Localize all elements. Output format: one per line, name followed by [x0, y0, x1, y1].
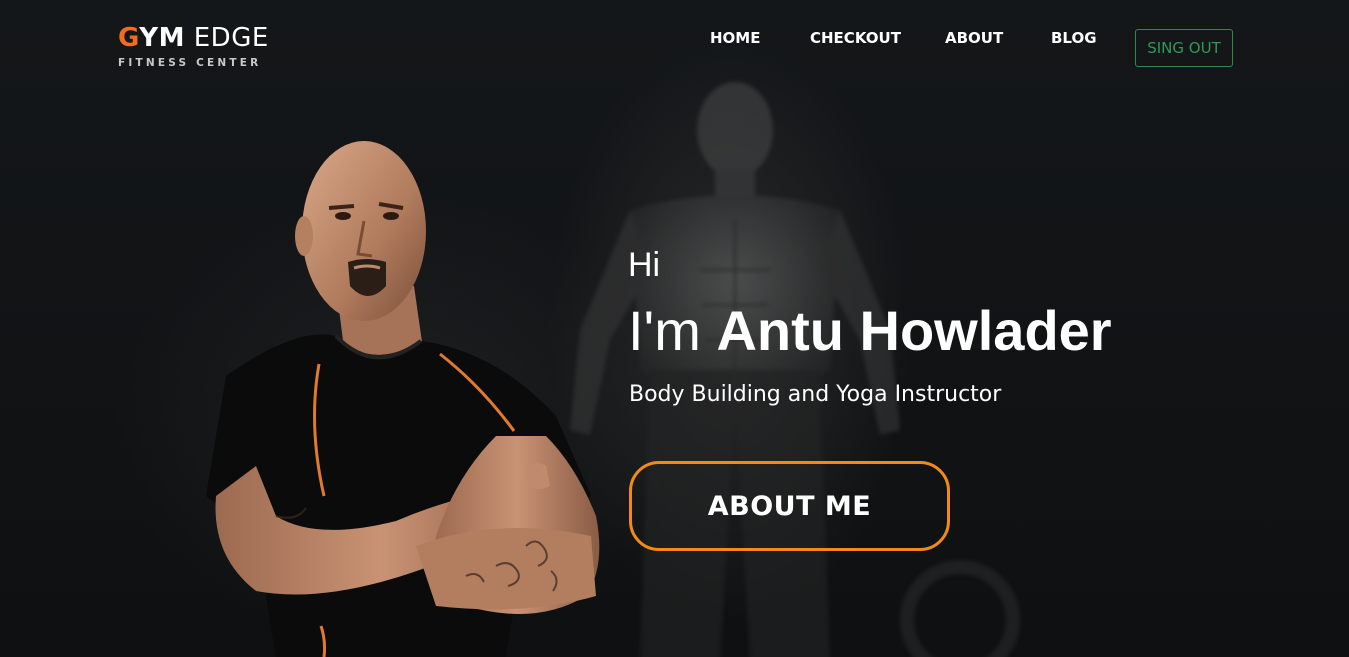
nav-home-link[interactable]: HOME: [710, 29, 760, 47]
nav-blog-link[interactable]: BLOG: [1051, 29, 1097, 47]
about-me-button[interactable]: ABOUT ME: [629, 461, 950, 551]
brand-logo[interactable]: GYM EDGE FITNESS CENTER: [118, 24, 269, 69]
logo-g-letter: G: [118, 23, 140, 53]
sign-out-button[interactable]: SING OUT: [1135, 29, 1233, 67]
logo-ym-letters: YM: [139, 23, 185, 53]
hero-heading: I'm Antu Howlader: [628, 298, 1112, 364]
hero-intro: I'm: [628, 299, 717, 362]
nav-about-link[interactable]: ABOUT: [945, 29, 1003, 47]
logo-tagline: FITNESS CENTER: [118, 57, 262, 69]
logo-wordmark: GYM EDGE: [118, 24, 269, 52]
hero-greeting: Hi: [628, 246, 661, 284]
trainer-photo: [206, 141, 600, 657]
nav-checkout-link[interactable]: CHECKOUT: [810, 29, 901, 47]
logo-edge-word: EDGE: [184, 23, 269, 53]
hero-name: Antu Howlader: [716, 299, 1112, 362]
hero-role: Body Building and Yoga Instructor: [629, 382, 1002, 407]
